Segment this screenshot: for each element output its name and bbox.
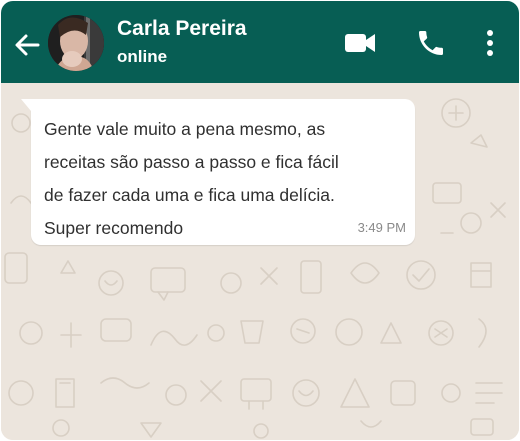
back-arrow-icon[interactable]: [13, 31, 41, 59]
avatar[interactable]: [48, 15, 104, 71]
contact-status: online: [117, 47, 168, 66]
message-bubble[interactable]: Gente vale muito a pena mesmo, as receit…: [21, 99, 415, 245]
message-line: de fazer cada uma e fica uma delícia.: [44, 185, 335, 205]
message-line: receitas são passo a passo e fica fácil: [44, 152, 339, 172]
message-line: Gente vale muito a pena mesmo, as: [44, 119, 326, 139]
message-timestamp: 3:49 PM: [357, 220, 406, 235]
chat-window: Carla Pereira online Gente vale muito a …: [1, 1, 519, 440]
video-camera-icon[interactable]: [343, 29, 377, 57]
contact-name[interactable]: Carla Pereira: [117, 17, 247, 41]
message-line: Super recomendo: [44, 218, 184, 238]
chat-header: Carla Pereira online: [1, 1, 519, 83]
message-text: Gente vale muito a pena mesmo, as receit…: [44, 113, 406, 245]
more-vertical-icon[interactable]: [479, 27, 501, 59]
bubble-tail: [21, 99, 31, 111]
avatar-photo: [48, 15, 104, 71]
phone-icon[interactable]: [415, 27, 447, 59]
chat-area[interactable]: Gente vale muito a pena mesmo, as receit…: [1, 83, 519, 440]
